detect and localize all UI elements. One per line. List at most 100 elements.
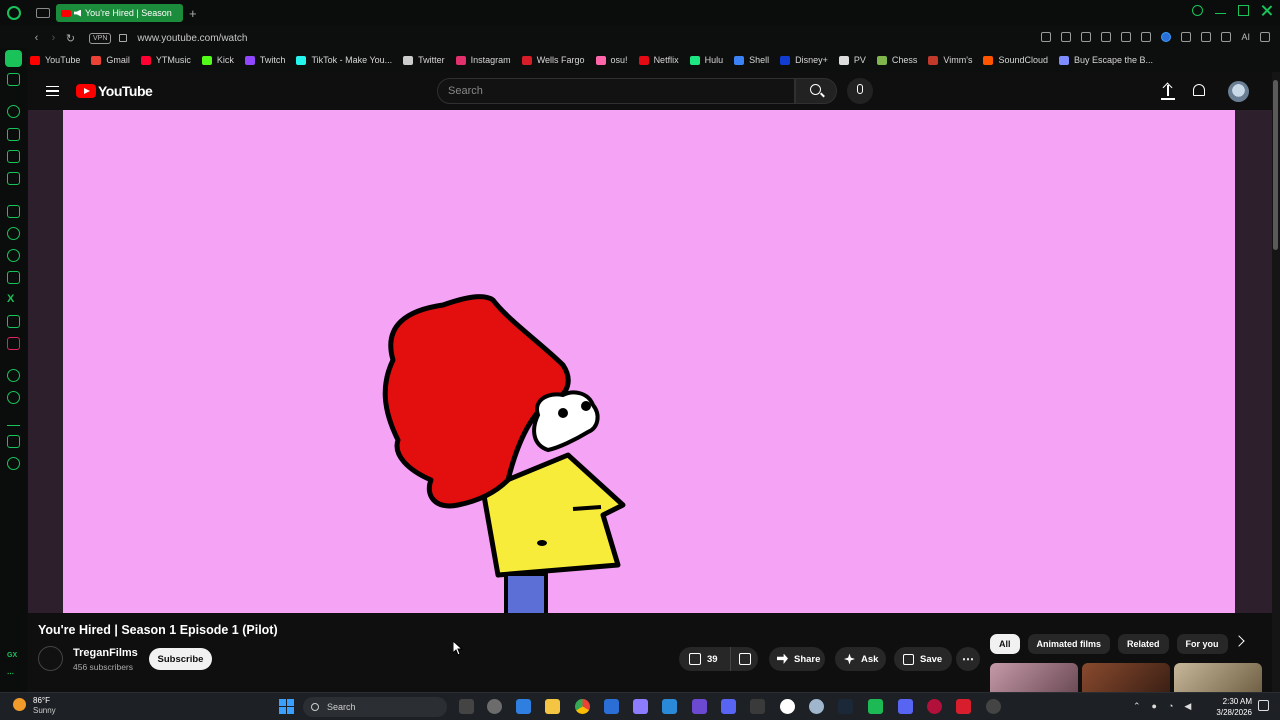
task-view-icon[interactable]: [459, 699, 474, 714]
share-button[interactable]: Share: [769, 647, 825, 671]
tray-mic-icon[interactable]: ●: [1152, 701, 1157, 712]
youtube-logo[interactable]: YouTube: [76, 83, 153, 99]
voice-search-button[interactable]: [847, 78, 873, 104]
bookmark-item[interactable]: Hulu: [689, 55, 723, 65]
save-button[interactable]: Save: [894, 647, 952, 671]
recommendation-thumbnail[interactable]: [1174, 663, 1262, 693]
spotify-icon[interactable]: [868, 699, 883, 714]
messenger-icon[interactable]: [7, 227, 20, 240]
close-icon[interactable]: [1261, 5, 1272, 16]
filter-chip[interactable]: All: [990, 634, 1020, 654]
weather-condition[interactable]: Sunny: [33, 706, 56, 715]
game-app-icon[interactable]: [633, 699, 648, 714]
bookmark-item[interactable]: Vimm's: [928, 55, 972, 65]
bookmark-item[interactable]: Twitch: [244, 55, 285, 65]
create-upload-icon[interactable]: [1161, 83, 1175, 99]
bookmark-item[interactable]: YouTube: [30, 55, 80, 65]
bookmark-item[interactable]: TikTok - Make You...: [296, 55, 392, 65]
windows-start-icon[interactable]: [279, 699, 294, 714]
bookmark-item[interactable]: Gmail: [91, 55, 130, 65]
filter-chip[interactable]: Animated films: [1027, 634, 1111, 654]
search-button[interactable]: [795, 78, 837, 104]
discord-taskbar-icon[interactable]: [898, 699, 913, 714]
downloads-icon[interactable]: [7, 413, 20, 426]
gx-control-icon[interactable]: [7, 73, 20, 86]
tab-menu-icon[interactable]: [36, 8, 50, 18]
search-input[interactable]: [438, 79, 794, 103]
photos-app-icon[interactable]: [516, 699, 531, 714]
url-field[interactable]: www.youtube.com/watch: [137, 33, 247, 44]
discord-icon[interactable]: [7, 315, 20, 328]
dolphin-app-icon[interactable]: [662, 699, 677, 714]
bookmark-icon[interactable]: [1141, 32, 1152, 42]
cleaner-icon[interactable]: [7, 128, 20, 141]
notifications-bell-icon[interactable]: [1193, 84, 1205, 96]
forward-icon[interactable]: ›: [45, 32, 62, 44]
menu-icon[interactable]: [1260, 32, 1270, 42]
page-scrollbar[interactable]: [1272, 72, 1280, 692]
wifi-icon[interactable]: ◔: [1168, 701, 1173, 712]
channel-avatar[interactable]: [38, 646, 63, 671]
extension-icon[interactable]: [1161, 32, 1172, 42]
guide-menu-icon[interactable]: [46, 86, 59, 96]
bookmark-item[interactable]: Kick: [201, 55, 234, 65]
x-icon[interactable]: X: [7, 293, 20, 306]
recommendation-thumbnail[interactable]: [990, 663, 1078, 693]
vpn-badge[interactable]: VPN: [89, 32, 112, 44]
notepad-icon[interactable]: [604, 699, 619, 714]
extensions-icon[interactable]: [7, 435, 20, 448]
obs-icon[interactable]: [986, 699, 1001, 714]
taskbar-search[interactable]: Search: [303, 697, 447, 717]
ask-button[interactable]: Ask: [835, 647, 886, 671]
filter-chip[interactable]: For you: [1176, 634, 1228, 654]
terminal-app-icon[interactable]: [750, 699, 765, 714]
shield-icon[interactable]: [1081, 32, 1092, 42]
bookmark-item[interactable]: osu!: [595, 55, 628, 65]
volume-icon[interactable]: ◀: [1184, 701, 1191, 712]
red-app-icon[interactable]: [956, 699, 971, 714]
instagram-icon[interactable]: [7, 271, 20, 284]
tab-youtube-active[interactable]: You're Hired | Season: [56, 4, 183, 22]
gx-label-icon[interactable]: GX: [7, 652, 17, 659]
notes-icon[interactable]: [7, 205, 20, 218]
video-player[interactable]: [28, 110, 1272, 613]
settings-icon[interactable]: [7, 457, 20, 470]
puzzle-icon[interactable]: [1181, 32, 1192, 42]
like-button[interactable]: 39: [679, 647, 731, 671]
bookmark-item[interactable]: Twitter: [403, 55, 445, 65]
bookmark-item[interactable]: Buy Escape the B...: [1059, 55, 1153, 65]
speaker-icon[interactable]: [74, 9, 81, 17]
youtube-sidebar-icon[interactable]: [7, 337, 20, 350]
taskbar-clock[interactable]: 2:30 AM 3/28/2026: [1212, 696, 1252, 718]
download-icon[interactable]: [1221, 32, 1232, 42]
bookmark-item[interactable]: Disney+: [780, 55, 828, 65]
notification-center-icon[interactable]: [1258, 700, 1269, 711]
bookmark-item[interactable]: Wells Fargo: [521, 55, 585, 65]
weather-temperature[interactable]: 86°F: [33, 696, 50, 705]
snapshot-icon[interactable]: [1061, 32, 1072, 42]
chevron-right-icon[interactable]: [1233, 635, 1245, 647]
ai-button[interactable]: AI: [1241, 32, 1250, 42]
bookmark-item[interactable]: Netflix: [638, 55, 679, 65]
twitch-sidebar-icon[interactable]: [7, 150, 20, 163]
bookmark-item[interactable]: SoundCloud: [983, 55, 1048, 65]
dislike-button[interactable]: [739, 653, 751, 665]
reload-icon[interactable]: ↻: [62, 32, 79, 45]
chat-app-icon[interactable]: [721, 699, 736, 714]
pin-icon[interactable]: [1041, 32, 1052, 42]
bookmark-item[interactable]: YTMusic: [140, 55, 191, 65]
minimize-icon[interactable]: [1215, 7, 1226, 14]
tray-chevron-icon[interactable]: ⌃: [1133, 701, 1141, 712]
subscribe-button[interactable]: Subscribe: [149, 648, 212, 670]
video-frame[interactable]: [63, 110, 1235, 613]
opera-gx-taskbar-icon[interactable]: [927, 699, 942, 714]
history-icon[interactable]: [7, 391, 20, 404]
weather-sun-icon[interactable]: [13, 698, 26, 711]
whatsapp-icon[interactable]: [7, 249, 20, 262]
file-explorer-icon[interactable]: [545, 699, 560, 714]
filter-chip[interactable]: Related: [1118, 634, 1169, 654]
gx-corner-icon[interactable]: [7, 105, 20, 118]
maximize-icon[interactable]: [1238, 5, 1249, 16]
opera-gx-logo-icon[interactable]: [7, 6, 21, 20]
bookmark-item[interactable]: Shell: [734, 55, 769, 65]
